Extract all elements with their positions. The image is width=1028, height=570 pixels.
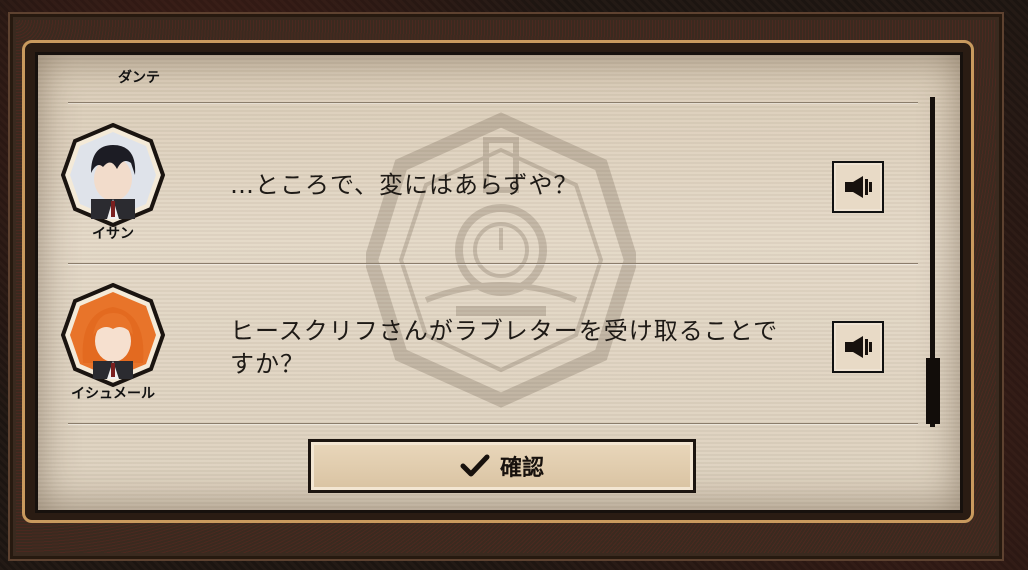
entry-divider xyxy=(68,102,918,103)
scrollbar-thumb[interactable] xyxy=(926,358,940,424)
dialog-entry-ishmael: イシュメール xyxy=(58,283,168,403)
dialogue-text-line: ヒースクリフさんがラブレターを受け取ることで xyxy=(230,317,779,345)
yisang-portrait-icon xyxy=(61,123,165,227)
character-name-dante: ダンテ xyxy=(118,70,160,86)
dialogue-log-panel[interactable]: ダンテ イサン …ところで、変にはあらずや？ イシュメール ヒースクリフさんがラ… xyxy=(35,52,963,513)
confirm-button-label: 確認 xyxy=(499,456,544,481)
ishmael-portrait-icon xyxy=(61,283,165,387)
speaker-icon xyxy=(845,336,872,358)
voice-play-button-yisang[interactable] xyxy=(832,161,884,213)
entry-divider xyxy=(68,423,918,424)
voice-play-button-ishmael[interactable] xyxy=(832,321,884,373)
speaker-icon xyxy=(845,176,872,198)
dialogue-text-line: すか？ xyxy=(230,350,305,378)
confirm-button[interactable]: 確認 xyxy=(308,439,696,493)
dialogue-text-yisang: …ところで、変にはあらずや？ xyxy=(230,171,579,199)
dialog-entry-yisang: イサン xyxy=(58,123,168,243)
checkmark-icon xyxy=(460,454,490,477)
character-name-yisang: イサン xyxy=(92,226,134,242)
dialogue-text-ishmael: ヒースクリフさんがラブレターを受け取ることで すか？ xyxy=(230,315,778,381)
character-name-ishmael: イシュメール xyxy=(71,386,155,402)
entry-divider xyxy=(68,263,918,264)
